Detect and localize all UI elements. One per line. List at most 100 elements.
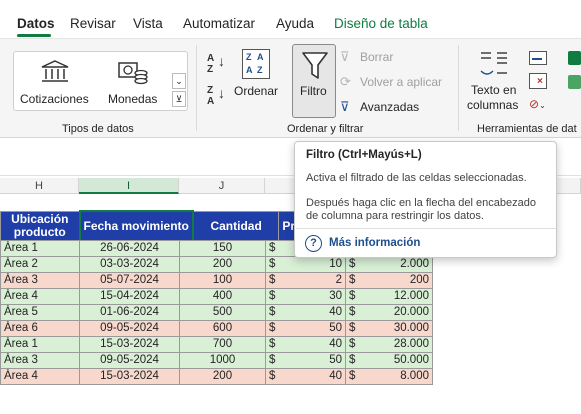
- volver-aplicar-button[interactable]: ⟳ Volver a aplicar: [340, 74, 448, 92]
- volver-label: Volver a aplicar: [360, 75, 443, 89]
- cell-precio[interactable]: 40: [279, 304, 346, 321]
- cell-cantidad[interactable]: 700: [179, 336, 266, 353]
- header-fecha-movimiento[interactable]: Fecha movimiento: [78, 210, 194, 242]
- header-cantidad[interactable]: Cantidad: [192, 210, 280, 242]
- texto-en-columnas-button[interactable]: Texto en columnas: [464, 47, 524, 117]
- cell-cantidad[interactable]: 500: [179, 304, 266, 321]
- header-ubicacion-line2: producto: [13, 225, 66, 239]
- cell-precio-currency[interactable]: $: [265, 272, 280, 289]
- tab-ayuda[interactable]: Ayuda: [276, 16, 314, 31]
- cell-fecha[interactable]: 15-03-2024: [79, 336, 180, 353]
- cell-precio-currency[interactable]: $: [265, 304, 280, 321]
- gallery-expand-icon[interactable]: ⊻: [172, 91, 186, 107]
- mas-informacion-link[interactable]: Más información: [329, 237, 420, 249]
- cell-fecha[interactable]: 15-04-2024: [79, 288, 180, 305]
- cell-precio-currency[interactable]: $: [265, 256, 280, 273]
- cell-fecha[interactable]: 15-03-2024: [79, 368, 180, 385]
- cell-ubicacion[interactable]: Área 4: [0, 368, 80, 385]
- consolidate-icon[interactable]: [568, 51, 581, 65]
- cell-fecha[interactable]: 05-07-2024: [79, 272, 180, 289]
- cell-total-currency[interactable]: $: [345, 336, 360, 353]
- filtro-button[interactable]: Filtro: [292, 44, 336, 118]
- cell-cantidad[interactable]: 150: [179, 240, 266, 257]
- cell-precio[interactable]: 40: [279, 336, 346, 353]
- cell-total[interactable]: 28.000: [359, 336, 433, 353]
- cell-precio-currency[interactable]: $: [265, 320, 280, 337]
- tooltip-title: Filtro (Ctrl+Mayús+L): [306, 149, 422, 161]
- cell-ubicacion[interactable]: Área 1: [0, 240, 80, 257]
- cell-total-currency[interactable]: $: [345, 320, 360, 337]
- cell-cantidad[interactable]: 1000: [179, 352, 266, 369]
- tab-vista[interactable]: Vista: [133, 16, 163, 31]
- cell-total[interactable]: 30.000: [359, 320, 433, 337]
- cell-cantidad[interactable]: 200: [179, 368, 266, 385]
- monedas-button[interactable]: Monedas: [100, 57, 166, 107]
- cell-ubicacion[interactable]: Área 4: [0, 288, 80, 305]
- cell-precio-currency[interactable]: $: [265, 288, 280, 305]
- cell-precio-currency[interactable]: $: [265, 368, 280, 385]
- header-ubicacion-line1: Ubicación: [11, 212, 69, 226]
- sort-descending-icon[interactable]: Z A ↓: [207, 85, 229, 109]
- cell-precio[interactable]: 10: [279, 256, 346, 273]
- cell-fecha[interactable]: 09-05-2024: [79, 320, 180, 337]
- cell-total[interactable]: 12.000: [359, 288, 433, 305]
- table-row: Área 4 15-04-2024 400 $30 $12.000: [0, 288, 433, 305]
- tab-diseno-tabla[interactable]: Diseño de tabla: [334, 16, 428, 31]
- column-header-j[interactable]: J: [179, 178, 265, 194]
- cell-precio[interactable]: 50: [279, 320, 346, 337]
- cell-total-currency[interactable]: $: [345, 352, 360, 369]
- cell-precio[interactable]: 30: [279, 288, 346, 305]
- cell-ubicacion[interactable]: Área 1: [0, 336, 80, 353]
- data-rows: Área 126-06-2024150$10$1.500Área 203-03-…: [0, 240, 433, 385]
- flash-fill-icon[interactable]: [529, 51, 547, 65]
- cell-total[interactable]: 2.000: [359, 256, 433, 273]
- cell-ubicacion[interactable]: Área 3: [0, 352, 80, 369]
- cell-fecha[interactable]: 01-06-2024: [79, 304, 180, 321]
- cell-total[interactable]: 8.000: [359, 368, 433, 385]
- borrar-button[interactable]: ⊽ Borrar: [340, 49, 410, 67]
- cell-total-currency[interactable]: $: [345, 304, 360, 321]
- avanzadas-button[interactable]: ⊽ Avanzadas: [340, 99, 424, 117]
- cell-precio[interactable]: 2: [279, 272, 346, 289]
- tab-datos[interactable]: Datos: [17, 16, 55, 31]
- cell-cantidad[interactable]: 100: [179, 272, 266, 289]
- tab-automatizar[interactable]: Automatizar: [183, 16, 255, 31]
- relationships-icon[interactable]: [568, 75, 581, 89]
- cell-ubicacion[interactable]: Área 3: [0, 272, 80, 289]
- data-validation-icon[interactable]: ⊘⌄: [529, 97, 551, 113]
- column-header-h[interactable]: H: [0, 178, 79, 194]
- cell-cantidad[interactable]: 200: [179, 256, 266, 273]
- cell-total-currency[interactable]: $: [345, 272, 360, 289]
- cell-ubicacion[interactable]: Área 6: [0, 320, 80, 337]
- cell-total[interactable]: 20.000: [359, 304, 433, 321]
- tooltip-description-1: Activa el filtrado de las celdas selecci…: [306, 172, 527, 184]
- cell-total[interactable]: 50.000: [359, 352, 433, 369]
- cell-total-currency[interactable]: $: [345, 368, 360, 385]
- avanzadas-label: Avanzadas: [360, 100, 420, 114]
- gallery-scroll-down-icon[interactable]: ⌄: [172, 73, 186, 89]
- clear-filter-icon: ⊽: [340, 49, 350, 64]
- table-row: Área 6 09-05-2024 600 $50 $30.000: [0, 320, 433, 337]
- cell-ubicacion[interactable]: Área 2: [0, 256, 80, 273]
- cell-precio[interactable]: 40: [279, 368, 346, 385]
- cell-precio-currency[interactable]: $: [265, 352, 280, 369]
- cell-fecha[interactable]: 09-05-2024: [79, 352, 180, 369]
- cell-total[interactable]: 200: [359, 272, 433, 289]
- cotizaciones-button[interactable]: Cotizaciones: [18, 57, 92, 107]
- cell-precio-currency[interactable]: $: [265, 336, 280, 353]
- remove-duplicates-icon[interactable]: ×: [529, 73, 547, 89]
- cell-cantidad[interactable]: 600: [179, 320, 266, 337]
- cell-fecha[interactable]: 03-03-2024: [79, 256, 180, 273]
- ordenar-button[interactable]: ZA AZ Ordenar: [232, 47, 282, 113]
- cell-precio-currency[interactable]: $: [265, 240, 280, 257]
- cell-ubicacion[interactable]: Área 5: [0, 304, 80, 321]
- cell-precio[interactable]: 50: [279, 352, 346, 369]
- sort-ascending-icon[interactable]: A Z ↓: [207, 53, 229, 77]
- tab-revisar[interactable]: Revisar: [70, 16, 116, 31]
- cell-cantidad[interactable]: 400: [179, 288, 266, 305]
- cell-total-currency[interactable]: $: [345, 256, 360, 273]
- cell-total-currency[interactable]: $: [345, 288, 360, 305]
- cell-fecha[interactable]: 26-06-2024: [79, 240, 180, 257]
- header-ubicacion[interactable]: Ubicación producto: [0, 210, 80, 242]
- column-header-i[interactable]: I: [79, 178, 179, 194]
